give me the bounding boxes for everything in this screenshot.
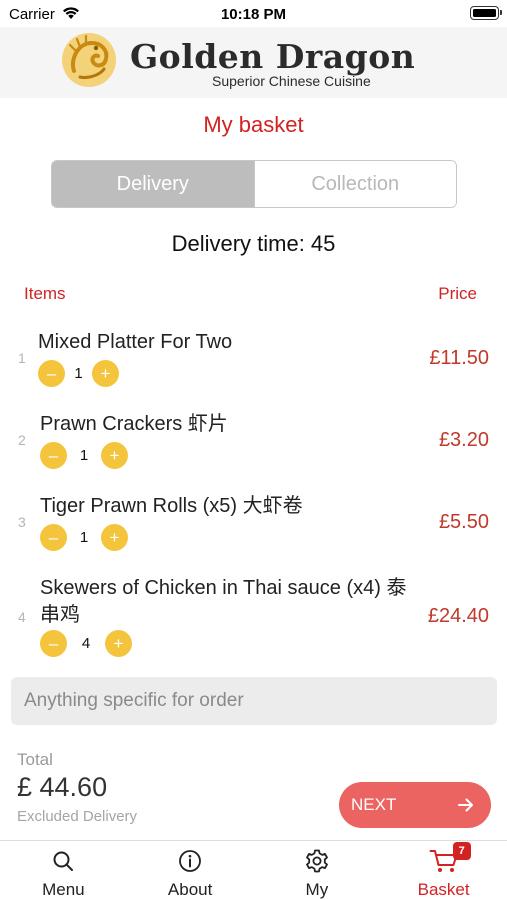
price-column-header: Price (438, 284, 477, 303)
tab-basket[interactable]: 7 Basket (380, 841, 507, 900)
delivery-segment[interactable]: Delivery (52, 161, 254, 207)
item-price: £5.50 (438, 511, 489, 533)
item-name: Prawn Crackers 虾片 (40, 413, 228, 435)
quantity-value: 1 (79, 446, 89, 464)
total-label: Total (17, 750, 53, 769)
dragon-logo-icon (62, 33, 116, 87)
tab-label: Basket (417, 880, 470, 899)
info-icon (179, 849, 202, 872)
decrease-quantity-button[interactable]: – (40, 523, 67, 551)
quantity-value: 1 (79, 528, 89, 546)
basket-item: 3 Tiger Prawn Rolls (x5) 大虾卷 – 1 + £5.50 (0, 493, 507, 563)
tab-bar: Menu About My 7 Basket (0, 840, 507, 900)
increase-quantity-button[interactable]: + (101, 441, 128, 469)
arrow-right-icon (458, 798, 473, 812)
fulfilment-segmented-control: Delivery Collection (51, 160, 457, 208)
brand-name: Golden Dragon (130, 37, 416, 76)
basket-item: 4 Skewers of Chicken in Thai sauce (x4) … (0, 575, 507, 665)
brand-header: Golden Dragon Superior Chinese Cuisine (0, 27, 507, 98)
decrease-quantity-button[interactable]: – (40, 629, 67, 657)
quantity-stepper: – 1 + (38, 359, 119, 387)
item-name: Mixed Platter For Two (38, 331, 233, 353)
item-index: 4 (18, 609, 26, 625)
tab-label: About (167, 880, 213, 899)
item-index: 3 (18, 514, 26, 530)
cart-count-badge: 7 (452, 842, 471, 860)
order-note-input[interactable] (11, 677, 497, 725)
tab-about[interactable]: About (127, 841, 254, 900)
tab-menu[interactable]: Menu (0, 841, 127, 900)
quantity-stepper: – 1 + (40, 523, 128, 551)
item-name: Tiger Prawn Rolls (x5) 大虾卷 (40, 495, 303, 517)
delivery-time: Delivery time: 45 (171, 231, 336, 256)
collection-segment[interactable]: Collection (253, 161, 456, 207)
item-price: £11.50 (429, 347, 489, 369)
decrease-quantity-button[interactable]: – (38, 359, 65, 387)
increase-quantity-button[interactable]: + (92, 359, 119, 387)
tab-label: My (305, 880, 329, 899)
next-button[interactable]: NEXT (339, 782, 491, 828)
page-title: My basket (203, 112, 304, 137)
quantity-stepper: – 4 + (40, 629, 132, 657)
status-time: 10:18 PM (220, 6, 287, 23)
tab-my[interactable]: My (254, 841, 381, 900)
brand-tagline: Superior Chinese Cuisine (212, 73, 371, 89)
item-index: 1 (18, 350, 26, 366)
decrease-quantity-button[interactable]: – (40, 441, 67, 469)
tab-label: Menu (42, 880, 85, 899)
battery-icon (470, 6, 502, 20)
next-button-label: NEXT (351, 795, 397, 814)
basket-item: 2 Prawn Crackers 虾片 – 1 + £3.20 (0, 411, 507, 481)
delivery-excluded-note: Excluded Delivery (17, 808, 138, 825)
items-column-header: Items (24, 284, 66, 303)
gear-icon (305, 849, 328, 872)
item-price: £24.40 (427, 605, 489, 627)
total-amount: £ 44.60 (17, 772, 108, 802)
item-price: £3.20 (438, 429, 489, 451)
status-bar: Carrier 10:18 PM (0, 0, 507, 27)
quantity-stepper: – 1 + (40, 441, 128, 469)
search-icon (53, 851, 74, 871)
item-index: 2 (18, 432, 26, 448)
quantity-value: 4 (81, 634, 91, 652)
basket-item: 1 Mixed Platter For Two – 1 + £11.50 (0, 329, 507, 399)
increase-quantity-button[interactable]: + (101, 523, 128, 551)
increase-quantity-button[interactable]: + (105, 629, 132, 657)
item-name: Skewers of Chicken in Thai sauce (x4) 泰串… (40, 577, 407, 626)
quantity-value: 1 (74, 364, 83, 382)
